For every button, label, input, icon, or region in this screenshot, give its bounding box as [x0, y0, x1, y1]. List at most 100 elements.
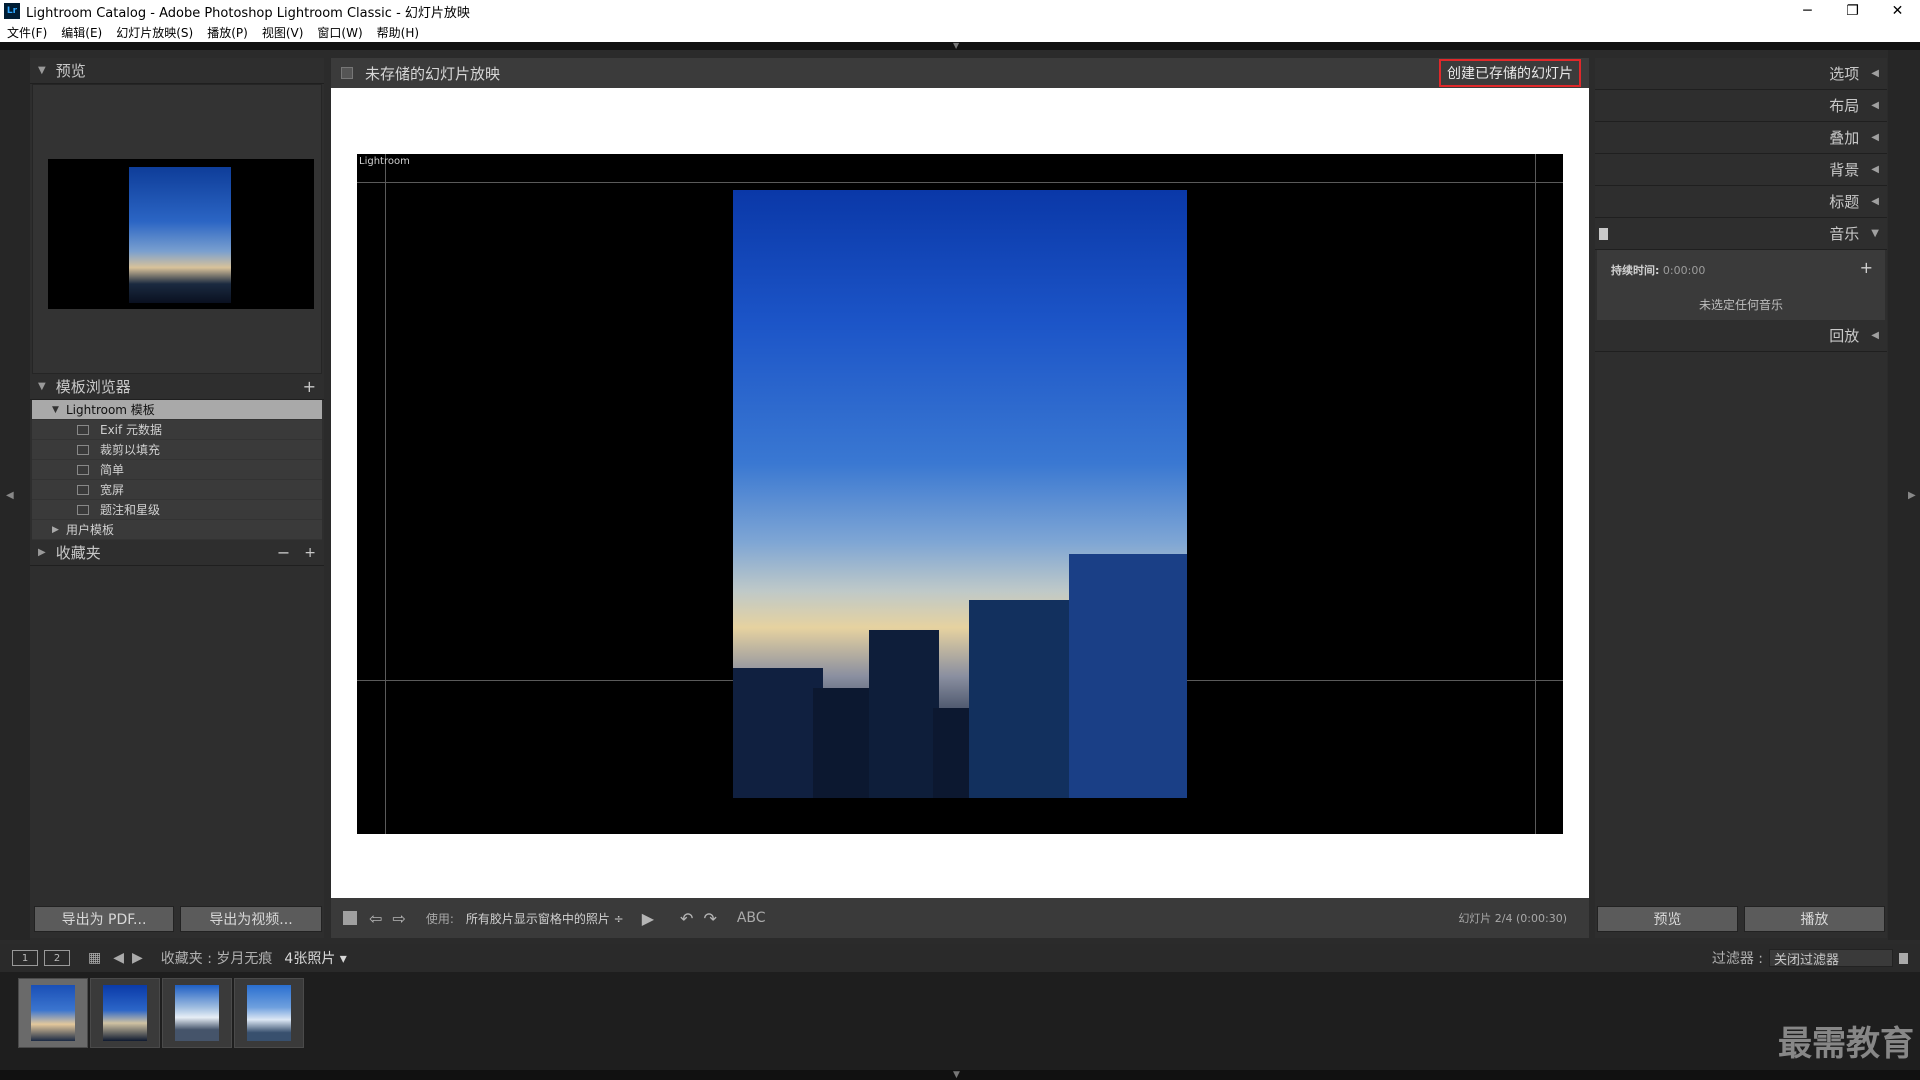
preview-slide	[48, 159, 314, 309]
add-template-icon[interactable]: +	[303, 377, 316, 396]
menu-view[interactable]: 视图(V)	[255, 24, 311, 41]
section-label: 选项	[1829, 65, 1860, 83]
template-browser-header[interactable]: ▼ 模板浏览器 +	[30, 374, 324, 400]
music-panel: 持续时间: 0:00:00 + 未选定任何音乐	[1597, 250, 1885, 320]
filmstrip-thumbnail[interactable]	[90, 978, 160, 1048]
back-arrow-icon[interactable]: ◀	[113, 950, 124, 966]
menu-slideshow[interactable]: 幻灯片放映(S)	[109, 24, 200, 41]
collections-title: 收藏夹	[55, 544, 101, 562]
play-icon[interactable]: ▶	[642, 909, 654, 928]
add-music-icon[interactable]: +	[1860, 258, 1873, 277]
template-folder-lightroom[interactable]: ▼ Lightroom 模板	[32, 400, 322, 420]
slide-counter: 幻灯片 2/4 (0:00:30)	[1458, 912, 1567, 925]
rotate-left-icon[interactable]: ↶	[680, 909, 693, 928]
template-folder-user[interactable]: ▶ 用户模板	[32, 520, 322, 540]
section-label: 音乐	[1829, 225, 1860, 243]
template-item[interactable]: 宽屏	[32, 480, 322, 500]
previous-slide-icon[interactable]: ⇦	[369, 909, 382, 928]
watermark-logo: 最需教育	[1778, 1024, 1914, 1064]
section-backdrop[interactable]: 背景 ◀	[1595, 154, 1887, 186]
menu-window[interactable]: 窗口(W)	[310, 24, 369, 41]
remove-collection-icon[interactable]: −	[277, 543, 290, 562]
guide-left[interactable]	[385, 154, 386, 834]
rotate-right-icon[interactable]: ↷	[703, 909, 716, 928]
thumbnail-photo	[103, 985, 147, 1041]
filmstrip-source[interactable]: 收藏夹 : 岁月无痕	[161, 948, 273, 968]
music-toggle[interactable]	[1599, 228, 1608, 240]
use-label: 使用:	[425, 911, 454, 926]
slideshow-header: 未存储的幻灯片放映 创建已存储的幻灯片	[331, 58, 1589, 88]
preview-panel-header[interactable]: ▼ 预览	[30, 58, 324, 84]
section-playback[interactable]: 回放 ◀	[1595, 320, 1887, 352]
primary-window-button[interactable]: 1	[12, 950, 38, 966]
export-video-button[interactable]: 导出为视频...	[180, 906, 322, 932]
bottom-panel-toggle[interactable]: ▼	[0, 1070, 1920, 1080]
section-titles[interactable]: 标题 ◀	[1595, 186, 1887, 218]
slideshow-checkbox[interactable]	[341, 67, 353, 79]
triangle-left-icon: ◀	[1871, 100, 1879, 111]
template-icon	[77, 464, 89, 475]
section-label: 叠加	[1829, 129, 1860, 147]
play-button[interactable]: 播放	[1744, 906, 1885, 932]
guide-right[interactable]	[1535, 154, 1536, 834]
template-item[interactable]: Exif 元数据	[32, 420, 322, 440]
thumbnail-photo	[175, 985, 219, 1041]
filter-select[interactable]: 关闭过滤器	[1769, 949, 1893, 968]
menu-edit[interactable]: 编辑(E)	[54, 24, 109, 41]
template-icon	[77, 424, 89, 435]
template-item-label: 裁剪以填充	[100, 443, 161, 457]
filter-lock-icon[interactable]	[1899, 952, 1908, 964]
template-item[interactable]: 简单	[32, 460, 322, 480]
filmstrip-thumbnail[interactable]	[234, 978, 304, 1048]
section-layout[interactable]: 布局 ◀	[1595, 90, 1887, 122]
restore-button[interactable]: ❐	[1830, 0, 1875, 22]
window-title: Lightroom Catalog - Adobe Photoshop Ligh…	[26, 5, 470, 21]
preview-photo	[129, 167, 231, 303]
left-panel-toggle[interactable]: ◀	[0, 50, 30, 940]
filmstrip	[0, 972, 1920, 1070]
grid-view-icon[interactable]: ▦	[88, 950, 101, 966]
export-pdf-button[interactable]: 导出为 PDF...	[34, 906, 174, 932]
secondary-window-button[interactable]: 2	[44, 950, 70, 966]
section-music[interactable]: 音乐 ▼	[1595, 218, 1887, 250]
section-label: 布局	[1829, 97, 1860, 115]
close-button[interactable]: ✕	[1875, 0, 1920, 22]
forward-arrow-icon[interactable]: ▶	[132, 950, 143, 966]
template-item[interactable]: 裁剪以填充	[32, 440, 322, 460]
filmstrip-toolbar: 1 2 ▦ ◀ ▶ 收藏夹 : 岁月无痕 4张照片 ▾ 过滤器 : 关闭过滤器	[0, 944, 1920, 972]
template-icon	[77, 484, 89, 495]
stop-icon[interactable]	[343, 911, 357, 925]
template-icon	[77, 504, 89, 515]
preview-panel-title: 预览	[55, 62, 86, 80]
triangle-left-icon: ◀	[1871, 330, 1879, 341]
photo-count[interactable]: 4张照片 ▾	[284, 948, 346, 968]
menu-help[interactable]: 帮助(H)	[370, 24, 426, 41]
template-item[interactable]: 题注和星级	[32, 500, 322, 520]
use-source-select[interactable]: 所有胶片显示窗格中的照片 ÷	[466, 910, 624, 927]
section-label: 标题	[1829, 193, 1860, 211]
identity-plate[interactable]: Lightroom	[359, 156, 410, 167]
lightroom-logo-icon: Lr	[4, 3, 20, 19]
right-panel-toggle[interactable]: ▶	[1888, 50, 1920, 940]
section-options[interactable]: 选项 ◀	[1595, 58, 1887, 90]
add-text-button[interactable]: ABC	[737, 910, 766, 926]
next-slide-icon[interactable]: ⇨	[392, 909, 405, 928]
filmstrip-thumbnail[interactable]	[162, 978, 232, 1048]
window-title-bar: Lr Lightroom Catalog - Adobe Photoshop L…	[0, 0, 1920, 22]
top-panel-toggle[interactable]: ▼	[0, 42, 1920, 50]
template-folder-label: Lightroom 模板	[66, 403, 155, 417]
menu-play[interactable]: 播放(P)	[200, 24, 255, 41]
collections-header[interactable]: ▶ 收藏夹 − +	[30, 540, 324, 566]
filmstrip-thumbnail[interactable]	[18, 978, 88, 1048]
guide-top[interactable]	[357, 182, 1563, 183]
create-saved-slideshow-button[interactable]: 创建已存储的幻灯片	[1439, 59, 1581, 87]
slide-photo[interactable]	[733, 190, 1187, 798]
section-overlays[interactable]: 叠加 ◀	[1595, 122, 1887, 154]
thumbnail-photo	[247, 985, 291, 1041]
section-label: 背景	[1829, 161, 1860, 179]
preview-button[interactable]: 预览	[1597, 906, 1738, 932]
minimize-button[interactable]: ─	[1785, 0, 1830, 22]
menu-file[interactable]: 文件(F)	[0, 24, 54, 41]
add-collection-icon[interactable]: +	[304, 545, 316, 561]
template-tree: ▼ Lightroom 模板 Exif 元数据 裁剪以填充 简单 宽屏 题注和星…	[32, 400, 322, 540]
